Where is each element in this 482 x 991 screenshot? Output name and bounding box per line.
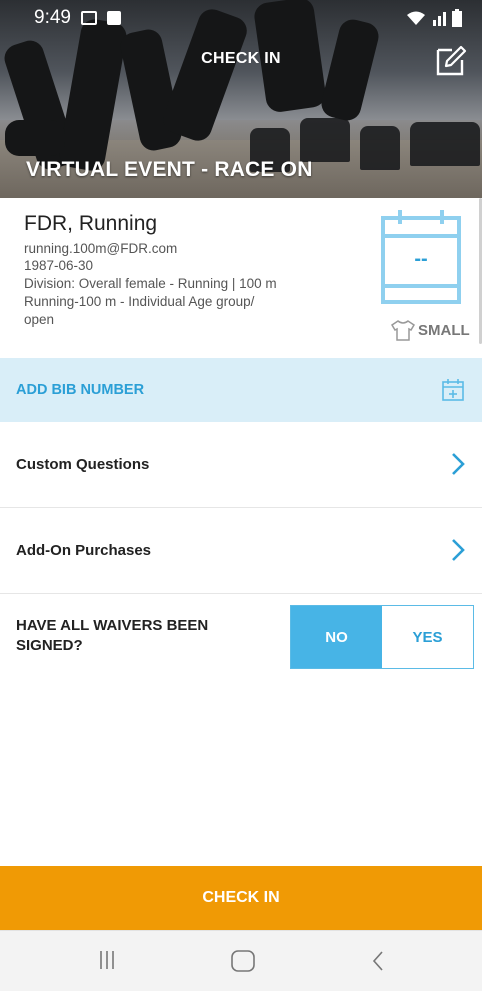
shirt-icon <box>390 320 416 341</box>
hero-leg <box>5 120 65 156</box>
bib-calendar: -- <box>380 208 462 304</box>
athlete-group-cont: open <box>24 312 55 327</box>
hero-crowd <box>360 126 400 170</box>
chevron-right-icon <box>452 453 465 475</box>
waiver-no-button[interactable]: NO <box>291 606 382 668</box>
chevron-right-icon <box>452 539 465 561</box>
custom-questions-row[interactable]: Custom Questions <box>0 422 482 508</box>
signal-icon <box>433 12 446 26</box>
add-bib-number-label: ADD BIB NUMBER <box>16 382 145 398</box>
close-box-icon <box>106 11 121 25</box>
add-on-purchases-row[interactable]: Add-On Purchases <box>0 508 482 594</box>
status-bar: 9:49 <box>0 0 482 36</box>
status-time: 9:49 <box>34 7 71 28</box>
custom-questions-label: Custom Questions <box>16 456 150 473</box>
calendar-add-icon[interactable] <box>441 378 465 402</box>
recent-apps-icon[interactable] <box>98 949 116 971</box>
system-nav-bar <box>0 930 482 991</box>
home-icon[interactable] <box>230 949 256 973</box>
athlete-name: FDR, Running <box>24 212 158 235</box>
gallery-icon <box>80 11 97 25</box>
top-app-bar: CHECK IN <box>0 36 482 84</box>
wifi-icon <box>407 11 425 25</box>
battery-icon <box>452 9 462 27</box>
hero-crowd <box>300 118 350 162</box>
shirt-size-label: SMALL <box>418 321 470 339</box>
athlete-dob: 1987-06-30 <box>24 258 94 273</box>
check-in-button[interactable]: CHECK IN <box>0 866 482 930</box>
waiver-question: HAVE ALL WAIVERS BEEN SIGNED? <box>16 617 209 654</box>
waiver-yes-button[interactable]: YES <box>382 606 473 668</box>
athlete-group: Running-100 m - Individual Age group/ <box>24 294 255 309</box>
add-on-purchases-label: Add-On Purchases <box>16 542 152 559</box>
athlete-division: Division: Overall female - Running | 100… <box>24 276 277 291</box>
event-title: VIRTUAL EVENT - RACE ON <box>26 158 313 181</box>
hero-crowd <box>410 122 480 166</box>
waiver-toggle: NO YES <box>290 605 474 669</box>
shirt-size: SMALL <box>390 318 470 342</box>
page-title: CHECK IN <box>201 50 281 67</box>
hero-image: 9:49 CHECK IN VIRTUAL EVENT - RACE ON <box>0 0 482 198</box>
add-bib-number-row[interactable]: ADD BIB NUMBER <box>0 358 482 422</box>
bib-number-display: -- <box>414 248 428 270</box>
back-icon[interactable] <box>370 949 386 973</box>
edit-icon[interactable] <box>434 44 468 78</box>
athlete-email: running.100m@FDR.com <box>24 241 178 256</box>
